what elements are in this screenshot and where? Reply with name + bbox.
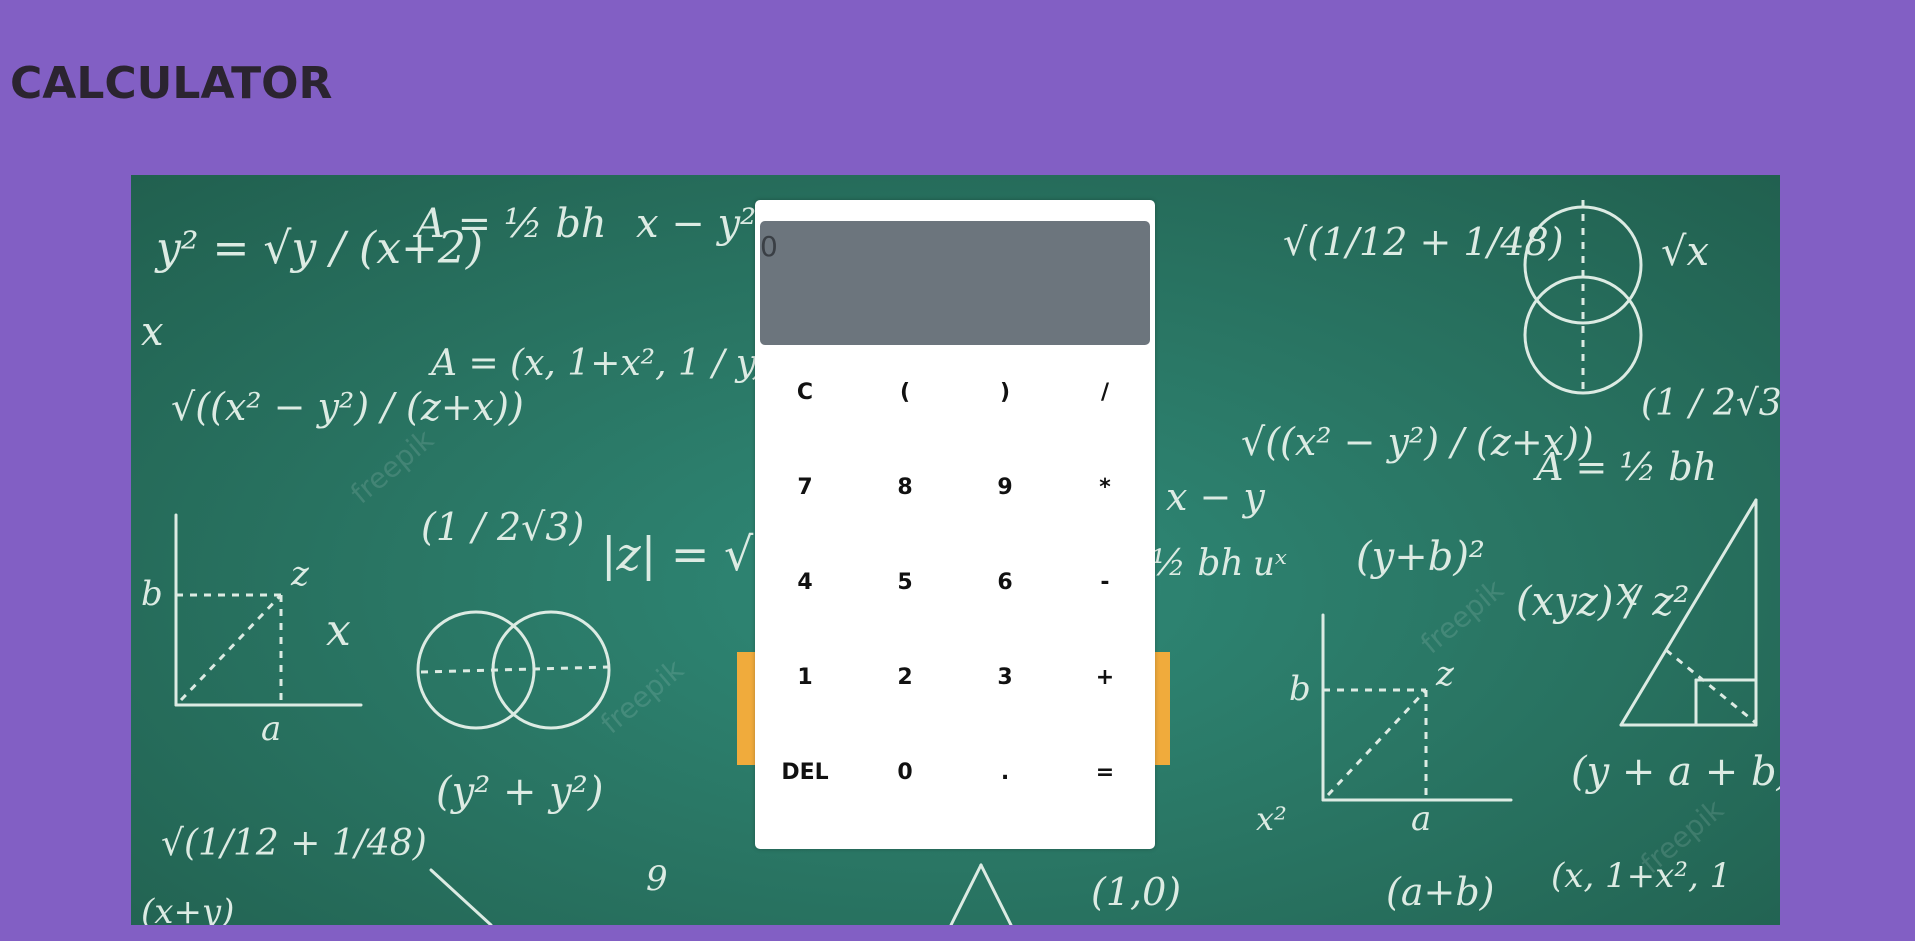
chalk-formula: uˣ [1253,544,1287,584]
calculator-panel: 0 C ( ) / 7 8 9 * 4 5 6 - 1 2 3 + DEL 0 [755,200,1155,849]
add-button[interactable]: + [1055,630,1155,725]
page-title: CALCULATOR [10,58,333,109]
clear-button[interactable]: C [755,345,855,440]
chalk-formula: √x [1661,229,1709,275]
chalk-formula: √(1/12 + 1/48) [161,823,427,864]
chalk-formula: (x+y) [141,892,234,925]
digit-8-button[interactable]: 8 [855,440,955,535]
subtract-button[interactable]: - [1055,535,1155,630]
chalk-formula: (1 / 2√3) [1641,383,1780,424]
chalk-formula: ½ bh [1151,543,1244,584]
divide-button[interactable]: / [1055,345,1155,440]
digit-6-button[interactable]: 6 [955,535,1055,630]
chalk-formula: (y + a + b) [1571,749,1780,795]
keypad-row: C ( ) / [755,345,1155,440]
chalk-formula: 9 [646,859,668,899]
open-paren-button[interactable]: ( [855,345,955,440]
digit-1-button[interactable]: 1 [755,630,855,725]
digit-9-button[interactable]: 9 [955,440,1055,535]
chalk-formula: x − y [1166,475,1265,519]
chalk-formula: (xyz) / z² [1516,579,1689,625]
chalk-formula: |z| = √ [601,527,754,581]
chalk-formula: x [1616,569,1639,615]
delete-button[interactable]: DEL [755,725,855,820]
keypad-row: 7 8 9 * [755,440,1155,535]
chalk-formula: x [326,605,351,656]
chalk-formula: z [290,554,310,594]
chalk-formula: a [261,709,281,749]
decimal-point-button[interactable]: . [955,725,1055,820]
digit-3-button[interactable]: 3 [955,630,1055,725]
digit-2-button[interactable]: 2 [855,630,955,725]
chalk-formula: A = ½ bh [412,201,607,247]
chalk-formula: x² [1256,800,1287,838]
calculator-display: 0 [760,221,1150,345]
chalk-formula: (y+b)² [1356,534,1485,580]
chalk-formula: a [1411,799,1431,839]
chalk-formula: (a+b) [1386,870,1494,914]
chalk-formula: x [141,309,164,355]
chalk-formula: (y² + y²) [436,769,603,815]
digit-5-button[interactable]: 5 [855,535,955,630]
watermark: freepik [1414,572,1510,660]
chalk-formula: √((x² − y²) / (z+x)) [171,385,524,429]
chalk-formula: z [1435,654,1455,694]
digit-0-button[interactable]: 0 [855,725,955,820]
chalk-formula: b [1289,669,1311,709]
equals-button[interactable]: = [1055,725,1155,820]
keypad-row: 4 5 6 - [755,535,1155,630]
chalk-formula: A = ½ bh [1533,445,1717,489]
chalk-formula: x − y² [636,201,756,247]
digit-7-button[interactable]: 7 [755,440,855,535]
chalk-formula: (1,0) [1091,870,1181,914]
chalk-formula: (1 / 2√3) [421,505,584,549]
close-paren-button[interactable]: ) [955,345,1055,440]
keypad-row: DEL 0 . = [755,725,1155,820]
multiply-button[interactable]: * [1055,440,1155,535]
calculator-keypad: C ( ) / 7 8 9 * 4 5 6 - 1 2 3 + DEL 0 . … [755,345,1155,820]
watermark: freepik [344,422,440,510]
keypad-row: 1 2 3 + [755,630,1155,725]
chalk-formula: √(1/12 + 1/48) [1283,220,1564,264]
digit-4-button[interactable]: 4 [755,535,855,630]
chalk-formula: b [141,574,163,614]
